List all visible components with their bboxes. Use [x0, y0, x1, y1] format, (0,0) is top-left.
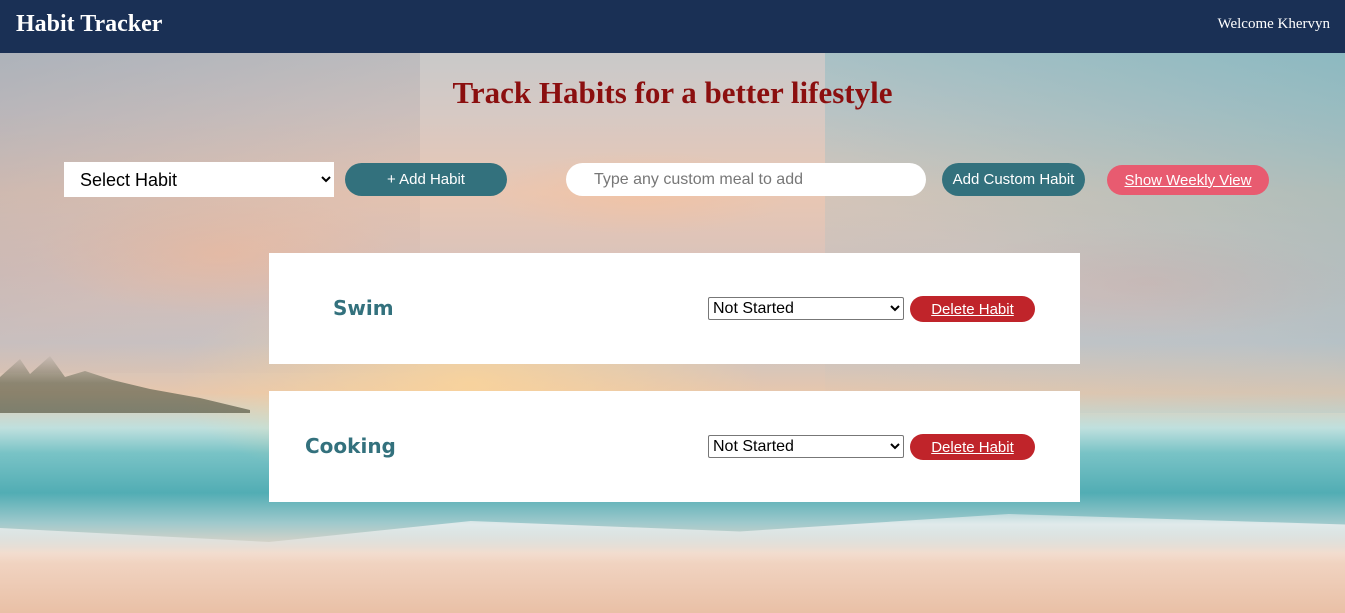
habit-name: Cooking	[305, 434, 396, 458]
habit-name: Swim	[333, 296, 394, 320]
navbar: Habit Tracker Welcome Khervyn	[0, 0, 1345, 53]
add-habit-button[interactable]: + Add Habit	[345, 163, 507, 196]
custom-habit-input[interactable]	[566, 163, 926, 196]
show-weekly-view-button[interactable]: Show Weekly View	[1107, 165, 1269, 195]
habit-status-select[interactable]: Not Started	[708, 435, 904, 458]
habit-card: Cooking Not Started Delete Habit	[269, 391, 1080, 502]
add-custom-habit-button[interactable]: Add Custom Habit	[942, 163, 1085, 196]
habit-status-select[interactable]: Not Started	[708, 297, 904, 320]
page-title: Track Habits for a better lifestyle	[452, 75, 893, 110]
delete-habit-button[interactable]: Delete Habit	[910, 434, 1035, 460]
delete-habit-button[interactable]: Delete Habit	[910, 296, 1035, 322]
app-title[interactable]: Habit Tracker	[16, 11, 162, 38]
background-surf	[0, 514, 1345, 563]
habit-card: Swim Not Started Delete Habit	[269, 253, 1080, 364]
welcome-message: Welcome Khervyn	[1217, 16, 1331, 32]
habit-select[interactable]: Select Habit	[64, 162, 334, 197]
